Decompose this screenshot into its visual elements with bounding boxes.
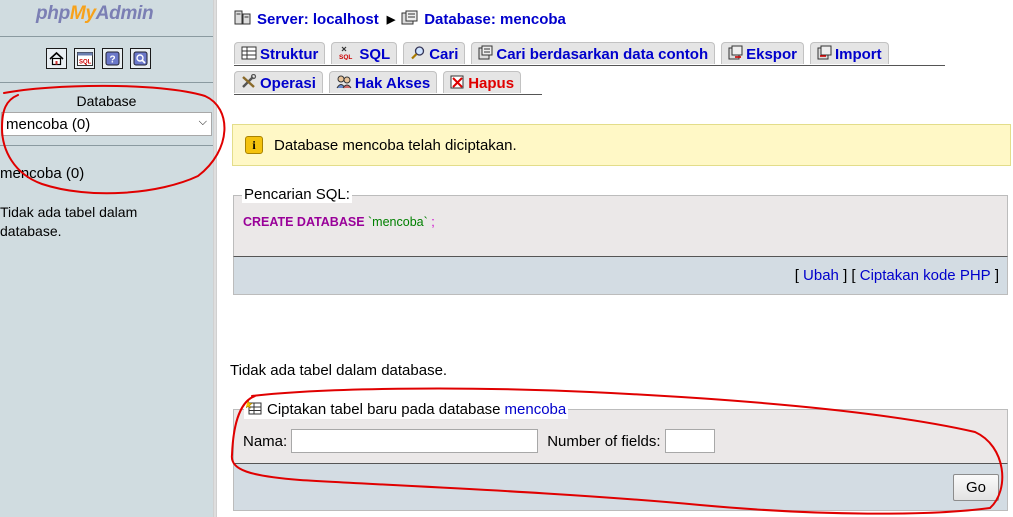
database-select-value: mencoba (0)	[6, 116, 91, 133]
quick-icons: SQL ?	[46, 48, 151, 69]
sql-query-box: Pencarian SQL: CREATE DATABASE `mencoba`…	[233, 186, 1008, 256]
breadcrumb-database[interactable]: Database: mencoba	[424, 11, 566, 28]
tab-underline	[234, 94, 542, 95]
frame-splitter[interactable]	[213, 0, 217, 517]
sql-keyword[interactable]: CREATE DATABASE	[243, 215, 365, 229]
tab-operasi[interactable]: Operasi	[234, 71, 323, 93]
number-of-fields-input[interactable]	[664, 429, 715, 453]
create-table-footer: Go	[233, 463, 1008, 511]
tab-hak-akses[interactable]: Hak Akses	[328, 71, 438, 93]
help-icon[interactable]	[130, 48, 151, 69]
no-tables-text: Tidak ada tabel dalam database.	[0, 204, 138, 239]
sql-terminator: ;	[431, 215, 435, 229]
documentation-icon[interactable]: ?	[102, 48, 123, 69]
tab-sql[interactable]: SQL SQL	[331, 42, 398, 64]
sql-icon: SQL	[338, 45, 356, 64]
tab-import[interactable]: Import	[809, 42, 889, 64]
query-by-example-icon	[478, 45, 493, 64]
breadcrumb: Server: localhost ▶ Database: mencoba	[234, 10, 566, 29]
sql-query-footer: [ Ubah ] [ Ciptakan kode PHP ]	[233, 256, 1008, 295]
chevron-right-icon: ▶	[386, 14, 396, 26]
operations-icon	[241, 73, 257, 93]
search-icon	[410, 45, 426, 64]
tab-ekspor[interactable]: Ekspor	[721, 42, 804, 64]
tab-struktur[interactable]: Struktur	[234, 42, 326, 64]
name-label: Nama:	[243, 432, 288, 450]
no-tables-message: Tidak ada tabel dalam database.	[230, 362, 448, 379]
tab-underline	[234, 65, 945, 66]
success-notice: i Database mencoba telah diciptakan.	[232, 124, 1011, 166]
divider	[0, 82, 213, 83]
new-table-icon	[245, 399, 263, 419]
fields-label: Number of fields:	[547, 432, 661, 450]
current-database-link[interactable]: mencoba (0)	[0, 165, 84, 182]
create-table-form: Ciptakan tabel baru pada database mencob…	[233, 399, 1008, 463]
svg-text:SQL: SQL	[339, 54, 352, 60]
edit-query-link[interactable]: Ubah	[803, 267, 839, 284]
structure-icon	[241, 46, 257, 64]
divider	[0, 36, 213, 37]
notice-icon: i	[245, 136, 263, 154]
tab-cari-berdasarkan-data-contoh[interactable]: Cari berdasarkan data contoh	[471, 42, 716, 64]
sql-identifier: `mencoba`	[368, 215, 428, 229]
notice-message: Database mencoba telah diciptakan.	[274, 136, 517, 154]
sql-query-text: CREATE DATABASE `mencoba` ;	[243, 215, 435, 229]
tab-row-2: Operasi Hak Akses Hapus	[234, 71, 522, 93]
navigation-frame: phpMyAdmin SQL ? Database mencoba (0) ⌵ …	[0, 0, 213, 517]
database-select[interactable]: mencoba (0) ⌵	[1, 112, 212, 136]
chevron-down-icon: ⌵	[198, 116, 207, 128]
create-table-db-link[interactable]: mencoba	[505, 401, 567, 418]
database-icon	[401, 10, 418, 29]
svg-text:?: ?	[110, 55, 116, 66]
table-name-input[interactable]	[291, 429, 539, 453]
sql-query-window-icon[interactable]: SQL	[74, 48, 95, 69]
create-php-code-link[interactable]: Ciptakan kode PHP	[860, 267, 991, 284]
home-icon[interactable]	[46, 48, 67, 69]
phpmyadmin-logo[interactable]: phpMyAdmin	[36, 3, 154, 25]
tab-cari[interactable]: Cari	[403, 42, 466, 64]
tab-row-1: Struktur SQL SQL Cari Cari berdasarkan d…	[234, 42, 889, 64]
sql-query-legend: Pencarian SQL:	[242, 186, 352, 203]
server-icon	[234, 10, 251, 29]
import-icon	[817, 45, 832, 64]
drop-icon	[450, 74, 465, 93]
create-table-fields: Nama: Number of fields:	[243, 429, 715, 453]
go-button[interactable]: Go	[953, 474, 999, 501]
export-icon	[728, 45, 743, 64]
svg-text:SQL: SQL	[79, 59, 92, 65]
tab-hapus[interactable]: Hapus	[443, 71, 522, 93]
create-table-legend: Ciptakan tabel baru pada database mencob…	[244, 399, 569, 419]
divider	[0, 145, 213, 146]
breadcrumb-server[interactable]: Server: localhost	[257, 11, 379, 28]
database-label: Database	[76, 93, 137, 109]
privileges-icon	[336, 74, 352, 93]
